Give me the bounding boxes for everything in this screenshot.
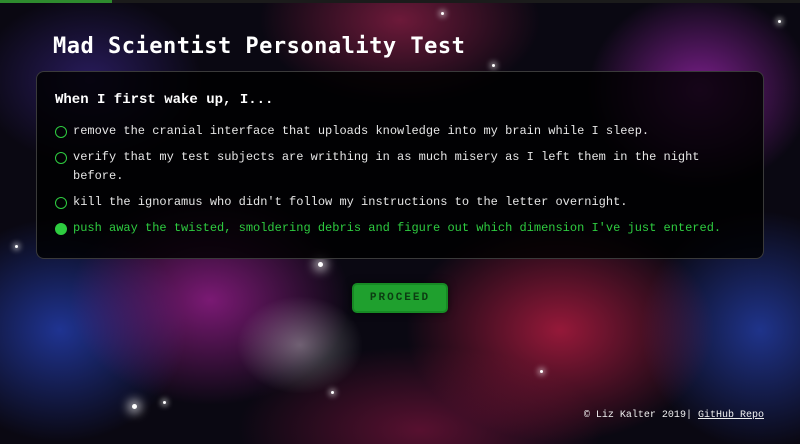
star-decoration (15, 245, 18, 248)
answer-list: remove the cranial interface that upload… (55, 122, 747, 238)
radio-button[interactable] (55, 151, 67, 164)
progress-bar (0, 0, 800, 3)
page-title: Mad Scientist Personality Test (53, 34, 466, 59)
answer-label: kill the ignoramus who didn't follow my … (73, 195, 628, 209)
footer: © Liz Kalter 2019| GitHub Repo (584, 410, 764, 421)
answer-label: push away the twisted, smoldering debris… (73, 221, 722, 235)
answer-option[interactable]: verify that my test subjects are writhin… (55, 148, 747, 186)
github-repo-link[interactable]: GitHub Repo (698, 410, 764, 421)
radio-button[interactable] (55, 222, 67, 235)
star-decoration (540, 370, 543, 373)
star-decoration (132, 404, 137, 409)
star-decoration (778, 20, 781, 23)
star-decoration (318, 262, 323, 267)
radio-button[interactable] (55, 125, 67, 138)
star-decoration (163, 401, 166, 404)
radio-button[interactable] (55, 196, 67, 209)
answer-option[interactable]: push away the twisted, smoldering debris… (55, 219, 747, 238)
copyright-text: © Liz Kalter 2019 (583, 410, 686, 421)
answer-label: remove the cranial interface that upload… (73, 124, 650, 138)
star-decoration (331, 391, 334, 394)
answer-label: verify that my test subjects are writhin… (73, 150, 700, 183)
answer-option[interactable]: remove the cranial interface that upload… (55, 122, 747, 141)
question-text: When I first wake up, I... (55, 92, 274, 108)
progress-fill (0, 0, 112, 3)
footer-separator: | (685, 410, 692, 421)
question-panel: When I first wake up, I... remove the cr… (36, 71, 764, 259)
star-decoration (441, 12, 444, 15)
proceed-button[interactable]: PROCEED (352, 283, 448, 313)
star-decoration (492, 64, 495, 67)
answer-option[interactable]: kill the ignoramus who didn't follow my … (55, 193, 747, 212)
